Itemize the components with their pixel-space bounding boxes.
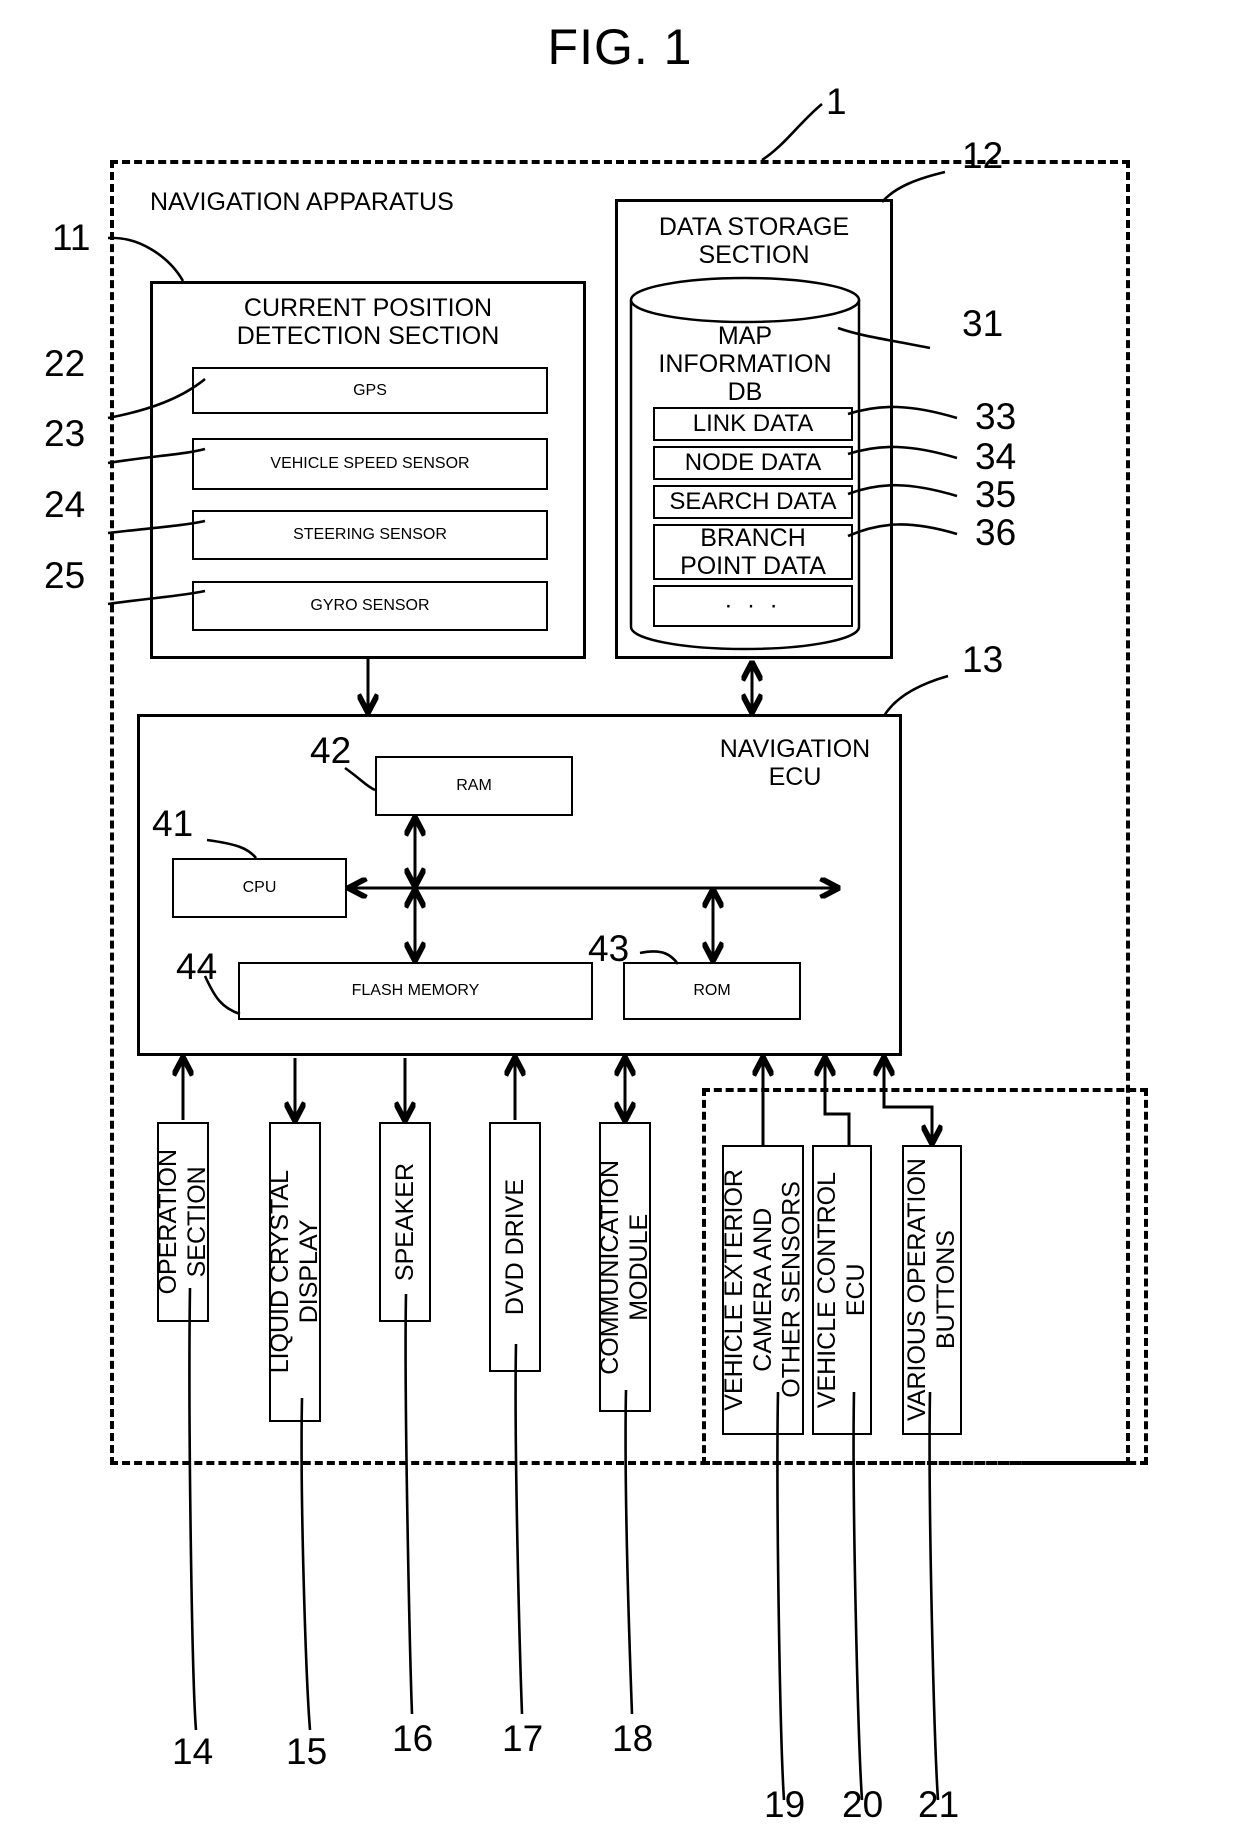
ref-18: 18 <box>612 1718 654 1759</box>
cpu-box[interactable]: CPU <box>172 858 347 918</box>
rom-label: ROM <box>693 982 731 999</box>
ref-25: 25 <box>44 555 86 596</box>
communication-module-label: COMMUNICATION MODULE <box>596 1159 653 1375</box>
cpu-label: CPU <box>242 879 277 896</box>
various-operation-buttons-box[interactable]: VARIOUS OPERATION BUTTONS <box>902 1145 962 1435</box>
navigation-ecu-title: NAVIGATION ECU <box>719 735 871 791</box>
ref-22: 22 <box>44 343 86 384</box>
gyro-sensor-box[interactable]: GYRO SENSOR <box>192 581 548 631</box>
gyro-sensor-label: GYRO SENSOR <box>310 597 430 614</box>
figure-canvas: FIG. 1 NAVIGATION APPARATUS CURRENT POSI… <box>0 0 1240 1830</box>
vehicle-control-ecu-box[interactable]: VEHICLE CONTROL ECU <box>812 1145 872 1435</box>
liquid-crystal-display-box[interactable]: LIQUID CRYSTAL DISPLAY <box>266 1122 323 1422</box>
rom-box[interactable]: ROM <box>623 962 801 1020</box>
navigation-apparatus-label: NAVIGATION APPARATUS <box>150 188 454 216</box>
ref-15: 15 <box>286 1731 328 1772</box>
dvd-drive-box[interactable]: DVD DRIVE <box>489 1122 541 1372</box>
operation-section-label: OPERATION SECTION <box>154 1149 211 1295</box>
flash-memory-label: FLASH MEMORY <box>351 982 480 999</box>
node-data-label: NODE DATA <box>684 449 822 476</box>
ellipsis-data-row: · · · <box>653 585 853 627</box>
speaker-label: SPEAKER <box>390 1162 419 1282</box>
ref-24: 24 <box>44 484 86 525</box>
speaker-box[interactable]: SPEAKER <box>379 1122 431 1322</box>
ref-23: 23 <box>44 413 86 454</box>
ram-label: RAM <box>456 777 492 794</box>
map-information-db-label: MAP INFORMATION DB <box>658 322 832 406</box>
current-position-detection-section-title: CURRENT POSITION DETECTION SECTION <box>236 294 500 350</box>
link-data-label: LINK DATA <box>692 410 814 437</box>
ref-1: 1 <box>826 81 847 122</box>
ref-31: 31 <box>962 303 1004 344</box>
node-data-row[interactable]: NODE DATA <box>653 446 853 480</box>
ref-20: 20 <box>842 1784 884 1825</box>
ref-36: 36 <box>975 512 1017 553</box>
communication-module-box[interactable]: COMMUNICATION MODULE <box>596 1122 653 1412</box>
ref-11: 11 <box>52 217 91 258</box>
vehicle-control-ecu-label: VEHICLE CONTROL ECU <box>813 1171 870 1409</box>
vehicle-speed-sensor-box[interactable]: VEHICLE SPEED SENSOR <box>192 438 548 490</box>
ref-17: 17 <box>502 1718 544 1759</box>
ref-14: 14 <box>172 1731 214 1772</box>
operation-section-box[interactable]: OPERATION SECTION <box>154 1122 211 1322</box>
vehicle-exterior-camera-box[interactable]: VEHICLE EXTERIOR CAMERA AND OTHER SENSOR… <box>719 1145 806 1435</box>
ram-box[interactable]: RAM <box>375 756 573 816</box>
data-storage-section-title: DATA STORAGE SECTION <box>658 213 850 269</box>
ref-33: 33 <box>975 396 1017 437</box>
search-data-row[interactable]: SEARCH DATA <box>653 485 853 519</box>
vehicle-exterior-camera-label: VEHICLE EXTERIOR CAMERA AND OTHER SENSOR… <box>719 1169 806 1411</box>
ref-13: 13 <box>962 639 1004 680</box>
ref-42: 42 <box>310 730 352 771</box>
gps-label: GPS <box>353 381 387 399</box>
link-data-row[interactable]: LINK DATA <box>653 407 853 441</box>
branch-point-data-row[interactable]: BRANCH POINT DATA <box>653 524 853 580</box>
ref-34: 34 <box>975 436 1017 477</box>
liquid-crystal-display-label: LIQUID CRYSTAL DISPLAY <box>266 1170 323 1374</box>
vehicle-speed-sensor-label: VEHICLE SPEED SENSOR <box>270 455 470 472</box>
ellipsis-label: · · · <box>724 592 782 619</box>
ref-19: 19 <box>764 1784 806 1825</box>
dvd-drive-label: DVD DRIVE <box>500 1178 529 1316</box>
figure-title: FIG. 1 <box>547 19 693 75</box>
gps-box[interactable]: GPS <box>192 367 548 414</box>
ref-21: 21 <box>918 1784 960 1825</box>
ref-44: 44 <box>176 946 218 987</box>
ref-41: 41 <box>152 803 194 844</box>
ref-35: 35 <box>975 474 1017 515</box>
steering-sensor-label: STEERING SENSOR <box>293 526 447 543</box>
steering-sensor-box[interactable]: STEERING SENSOR <box>192 510 548 560</box>
ref-12: 12 <box>962 135 1004 176</box>
various-operation-buttons-label: VARIOUS OPERATION BUTTONS <box>903 1158 960 1422</box>
flash-memory-box[interactable]: FLASH MEMORY <box>238 962 593 1020</box>
search-data-label: SEARCH DATA <box>669 488 837 515</box>
ref-43: 43 <box>588 928 630 969</box>
branch-point-data-label: BRANCH POINT DATA <box>680 524 826 580</box>
ref-16: 16 <box>392 1718 434 1759</box>
